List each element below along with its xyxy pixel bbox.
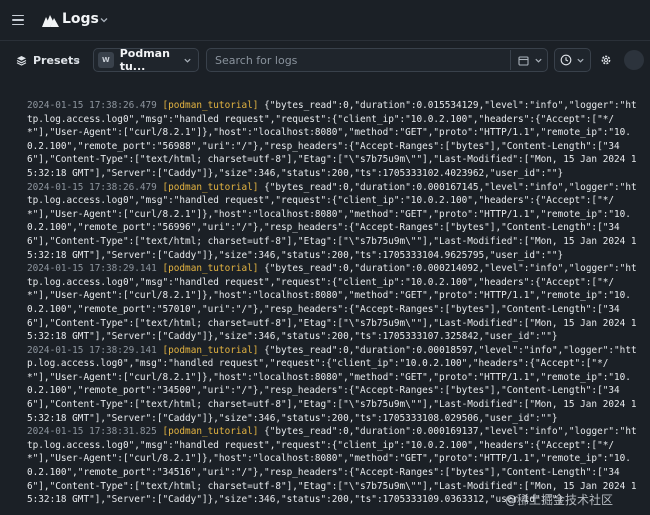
log-row[interactable]: 2024-01-15 17:38:29.141 [podman_tutorial… (27, 262, 637, 344)
layers-icon (16, 56, 27, 66)
chevron-down-icon (577, 58, 584, 63)
search-input[interactable] (208, 50, 508, 70)
time-range-button[interactable] (554, 48, 591, 72)
log-row[interactable]: 2024-01-15 17:38:29.141 [podman_tutorial… (27, 344, 637, 426)
log-message: {"bytes_read":0,"duration":0.015534129,"… (27, 100, 637, 179)
log-row[interactable]: 2024-01-15 17:38:26.479 [podman_tutorial… (27, 181, 637, 263)
menu-button[interactable] (9, 11, 27, 29)
hamburger-icon (12, 14, 24, 17)
chevron-down-icon (535, 58, 542, 63)
log-source: [podman_tutorial] (162, 426, 259, 438)
log-row[interactable]: 2024-01-15 17:38:26.479 [podman_tutorial… (27, 99, 637, 181)
log-source: [podman_tutorial] (162, 181, 259, 193)
log-source: [podman_tutorial] (162, 263, 259, 275)
log-timestamp: 2024-01-15 17:38:29.141 (27, 344, 157, 356)
log-message: {"bytes_read":0,"duration":0.00018597,"l… (27, 344, 637, 424)
log-timestamp: 2024-01-15 17:38:26.479 (27, 100, 157, 111)
chevron-down-icon (184, 58, 191, 63)
chevron-down-icon (73, 58, 80, 63)
log-source: [podman_tutorial] (162, 100, 259, 111)
hamburger-icon (12, 23, 24, 26)
log-message: {"bytes_read":0,"duration":0.000214092,"… (27, 263, 637, 343)
search-box (206, 48, 548, 72)
watermark: @稀土掘金技术社区 (505, 493, 614, 507)
gear-icon (601, 55, 611, 65)
source-badge: W (98, 52, 114, 68)
source-badge-label: W (101, 56, 110, 64)
log-source: [podman_tutorial] (162, 344, 259, 356)
date-range-button[interactable] (510, 50, 548, 70)
log-list: 2024-01-15 17:38:26.479 [podman_tutorial… (27, 99, 637, 507)
presets-button[interactable]: Presets (10, 49, 86, 72)
chevron-down-icon[interactable] (99, 15, 109, 25)
calendar-icon (518, 55, 529, 66)
log-message: {"bytes_read":0,"duration":0.000167145,"… (27, 181, 637, 261)
clock-icon (560, 54, 572, 66)
hamburger-icon (12, 19, 24, 21)
log-timestamp: 2024-01-15 17:38:29.141 (27, 263, 157, 275)
avatar[interactable] (624, 50, 644, 70)
log-timestamp: 2024-01-15 17:38:31.825 (27, 426, 157, 438)
app-logo-icon (42, 15, 59, 27)
settings-button[interactable] (597, 50, 615, 70)
top-bar: Logs (0, 0, 650, 40)
page-title: Logs (62, 11, 99, 27)
header-divider (0, 40, 650, 41)
source-select[interactable]: W Podman tu... (93, 47, 199, 73)
log-timestamp: 2024-01-15 17:38:26.479 (27, 181, 157, 193)
